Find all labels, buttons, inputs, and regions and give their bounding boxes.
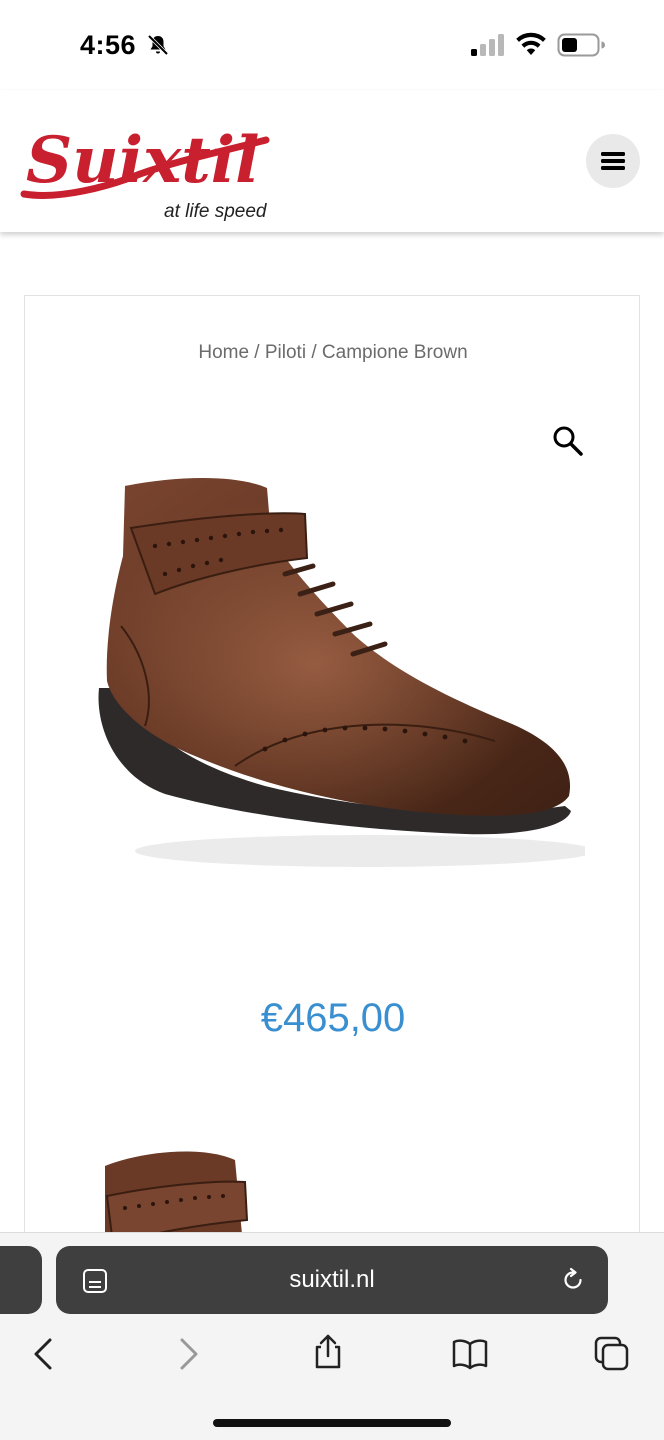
tabs-icon[interactable] bbox=[594, 1336, 630, 1372]
breadcrumb-separator: / bbox=[249, 342, 265, 363]
breadcrumb-home[interactable]: Home bbox=[198, 342, 249, 363]
bell-slash-icon bbox=[147, 34, 169, 56]
home-indicator[interactable] bbox=[213, 1419, 451, 1427]
cellular-signal-icon bbox=[471, 34, 504, 56]
status-bar: 4:56 bbox=[0, 0, 664, 90]
magnifier-icon[interactable] bbox=[551, 424, 585, 458]
reload-icon[interactable] bbox=[560, 1267, 586, 1293]
menu-button[interactable] bbox=[586, 134, 640, 188]
product-image[interactable] bbox=[85, 466, 585, 886]
breadcrumb-separator: / bbox=[306, 342, 322, 363]
product-price: €465,00 bbox=[260, 996, 406, 1040]
share-icon[interactable] bbox=[310, 1334, 346, 1370]
bookmarks-icon[interactable] bbox=[452, 1336, 488, 1372]
battery-icon bbox=[557, 33, 605, 57]
status-time: 4:56 bbox=[80, 30, 137, 60]
forward-icon[interactable] bbox=[170, 1336, 206, 1372]
site-header: Suixtil at life speed bbox=[0, 90, 664, 232]
svg-text:Suixtil: Suixtil bbox=[26, 123, 259, 198]
hamburger-icon bbox=[601, 152, 625, 170]
breadcrumb-category[interactable]: Piloti bbox=[265, 342, 306, 363]
address-bar[interactable]: suixtil.nl bbox=[56, 1246, 608, 1314]
browser-toolbar: suixtil.nl bbox=[0, 1232, 664, 1440]
previous-tab[interactable] bbox=[0, 1246, 42, 1314]
product-card: Home / Piloti / Campione Brown €465,00 bbox=[24, 295, 640, 1255]
back-icon[interactable] bbox=[26, 1336, 62, 1372]
url-text[interactable]: suixtil.nl bbox=[56, 1246, 608, 1314]
wifi-icon bbox=[516, 32, 546, 55]
svg-text:at life speed: at life speed bbox=[164, 201, 268, 222]
suixtil-logo[interactable]: Suixtil at life speed bbox=[20, 100, 290, 225]
breadcrumb: Home / Piloti / Campione Brown bbox=[25, 342, 639, 364]
breadcrumb-current: Campione Brown bbox=[321, 342, 468, 363]
